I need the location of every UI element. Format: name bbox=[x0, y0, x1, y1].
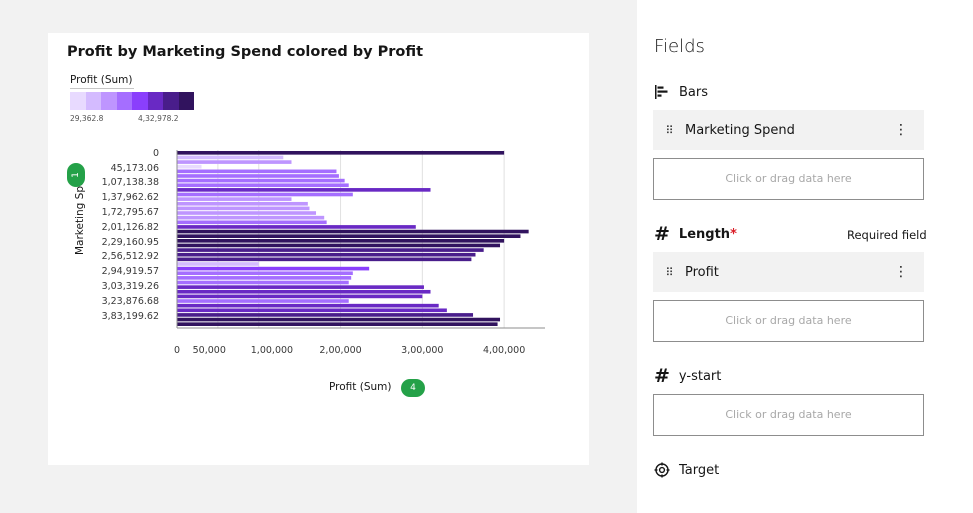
hash-icon: # bbox=[654, 365, 670, 387]
bars-label: Bars bbox=[679, 84, 709, 100]
bars-drop-zone[interactable]: Click or drag data here bbox=[653, 158, 924, 200]
chart-card: Profit by Marketing Spend colored by Pro… bbox=[48, 33, 589, 465]
bar bbox=[177, 299, 349, 303]
bar bbox=[177, 229, 529, 234]
bar bbox=[177, 151, 505, 155]
bar bbox=[177, 262, 259, 266]
bar bbox=[177, 169, 337, 174]
y-tick-label: 3,03,319.26 bbox=[102, 281, 159, 292]
bar bbox=[177, 276, 352, 280]
overflow-menu-icon[interactable]: ⋮ bbox=[894, 263, 908, 281]
panel-title: Fields bbox=[654, 36, 705, 57]
bars-field-chip[interactable]: ⠿ Marketing Spend ⋮ bbox=[653, 110, 924, 150]
required-field-note: Required field bbox=[847, 228, 927, 242]
x-tick-label: 50,000 bbox=[193, 345, 226, 356]
x-tick-label: 3,00,000 bbox=[401, 345, 443, 356]
bar bbox=[177, 215, 325, 220]
bar bbox=[177, 174, 339, 178]
y-tick-label: 0 bbox=[153, 148, 159, 159]
bar bbox=[177, 252, 476, 257]
target-label: Target bbox=[679, 462, 720, 478]
bar bbox=[177, 188, 431, 192]
bar bbox=[177, 234, 521, 238]
bar bbox=[177, 294, 423, 299]
bars-field-name: Marketing Spend bbox=[685, 122, 795, 138]
bar bbox=[177, 243, 501, 248]
bar-chart-icon bbox=[655, 85, 668, 99]
x-tick-label: 0 bbox=[174, 345, 180, 356]
bar bbox=[177, 225, 416, 229]
bar bbox=[177, 303, 439, 308]
length-drop-zone[interactable]: Click or drag data here bbox=[653, 300, 924, 342]
bar bbox=[177, 197, 292, 201]
y-tick-label: 1,72,795.67 bbox=[102, 207, 159, 218]
x-tick-label: 4,00,000 bbox=[483, 345, 525, 356]
y-tick-label: 3,23,876.68 bbox=[102, 296, 159, 307]
bar bbox=[177, 164, 202, 169]
y-tick-label: 3,83,199.62 bbox=[102, 311, 159, 322]
bar bbox=[177, 285, 424, 289]
bar bbox=[177, 211, 317, 215]
bar bbox=[177, 322, 498, 326]
ystart-drop-zone[interactable]: Click or drag data here bbox=[653, 394, 924, 436]
bar bbox=[177, 317, 501, 322]
x-axis-title: Profit (Sum) bbox=[329, 381, 392, 393]
x-tick-label: 2,00,000 bbox=[319, 345, 361, 356]
bar bbox=[177, 220, 327, 225]
drag-handle-icon[interactable]: ⠿ bbox=[653, 124, 685, 137]
bar bbox=[177, 289, 431, 294]
overflow-menu-icon[interactable]: ⋮ bbox=[894, 121, 908, 139]
bars-section-header: Bars bbox=[654, 84, 708, 100]
y-axis-count-badge[interactable]: 1 bbox=[67, 163, 85, 187]
x-tick-label: 1,00,000 bbox=[251, 345, 293, 356]
hash-icon: # bbox=[654, 223, 670, 245]
bar bbox=[177, 155, 284, 160]
bar bbox=[177, 178, 345, 183]
bar bbox=[177, 266, 370, 271]
bar bbox=[177, 192, 353, 197]
bar bbox=[177, 313, 474, 317]
y-tick-label: 1,37,962.62 bbox=[102, 192, 159, 203]
y-tick-label: 45,173.06 bbox=[111, 163, 159, 174]
length-field-chip[interactable]: ⠿ Profit ⋮ bbox=[653, 252, 924, 292]
length-label: Length bbox=[678, 226, 731, 242]
bar-chart: 0 50,000 1,00,000 2,00,000 3,00,000 4,00,000 0… bbox=[102, 148, 545, 356]
fields-panel: Fields Bars ⠿ Marketing Spend ⋮ Click or… bbox=[637, 0, 973, 513]
target-icon bbox=[654, 462, 670, 478]
bar bbox=[177, 183, 349, 188]
bar bbox=[177, 280, 349, 285]
bar bbox=[177, 271, 353, 276]
bar bbox=[177, 257, 472, 262]
y-tick-label: 2,56,512.92 bbox=[102, 251, 159, 262]
bar bbox=[177, 160, 292, 164]
bar bbox=[177, 206, 310, 211]
bar bbox=[177, 308, 447, 313]
bar bbox=[177, 239, 505, 243]
required-star: * bbox=[730, 226, 737, 242]
x-axis-count-badge[interactable]: 4 bbox=[401, 379, 425, 397]
ystart-label: y-start bbox=[678, 368, 722, 384]
y-tick-label: 1,07,138.38 bbox=[102, 177, 159, 188]
target-section-header: Target bbox=[654, 462, 719, 478]
y-tick-label: 2,01,126.82 bbox=[102, 222, 159, 233]
y-tick-label: 2,29,160.95 bbox=[102, 237, 159, 248]
y-tick-label: 2,94,919.57 bbox=[102, 266, 159, 277]
drag-handle-icon[interactable]: ⠿ bbox=[653, 266, 685, 279]
ystart-section-header: # y-start bbox=[654, 365, 722, 387]
length-field-name: Profit bbox=[685, 264, 719, 280]
bar bbox=[177, 248, 484, 252]
length-section-header: # Length* bbox=[654, 223, 737, 245]
bar bbox=[177, 201, 308, 206]
